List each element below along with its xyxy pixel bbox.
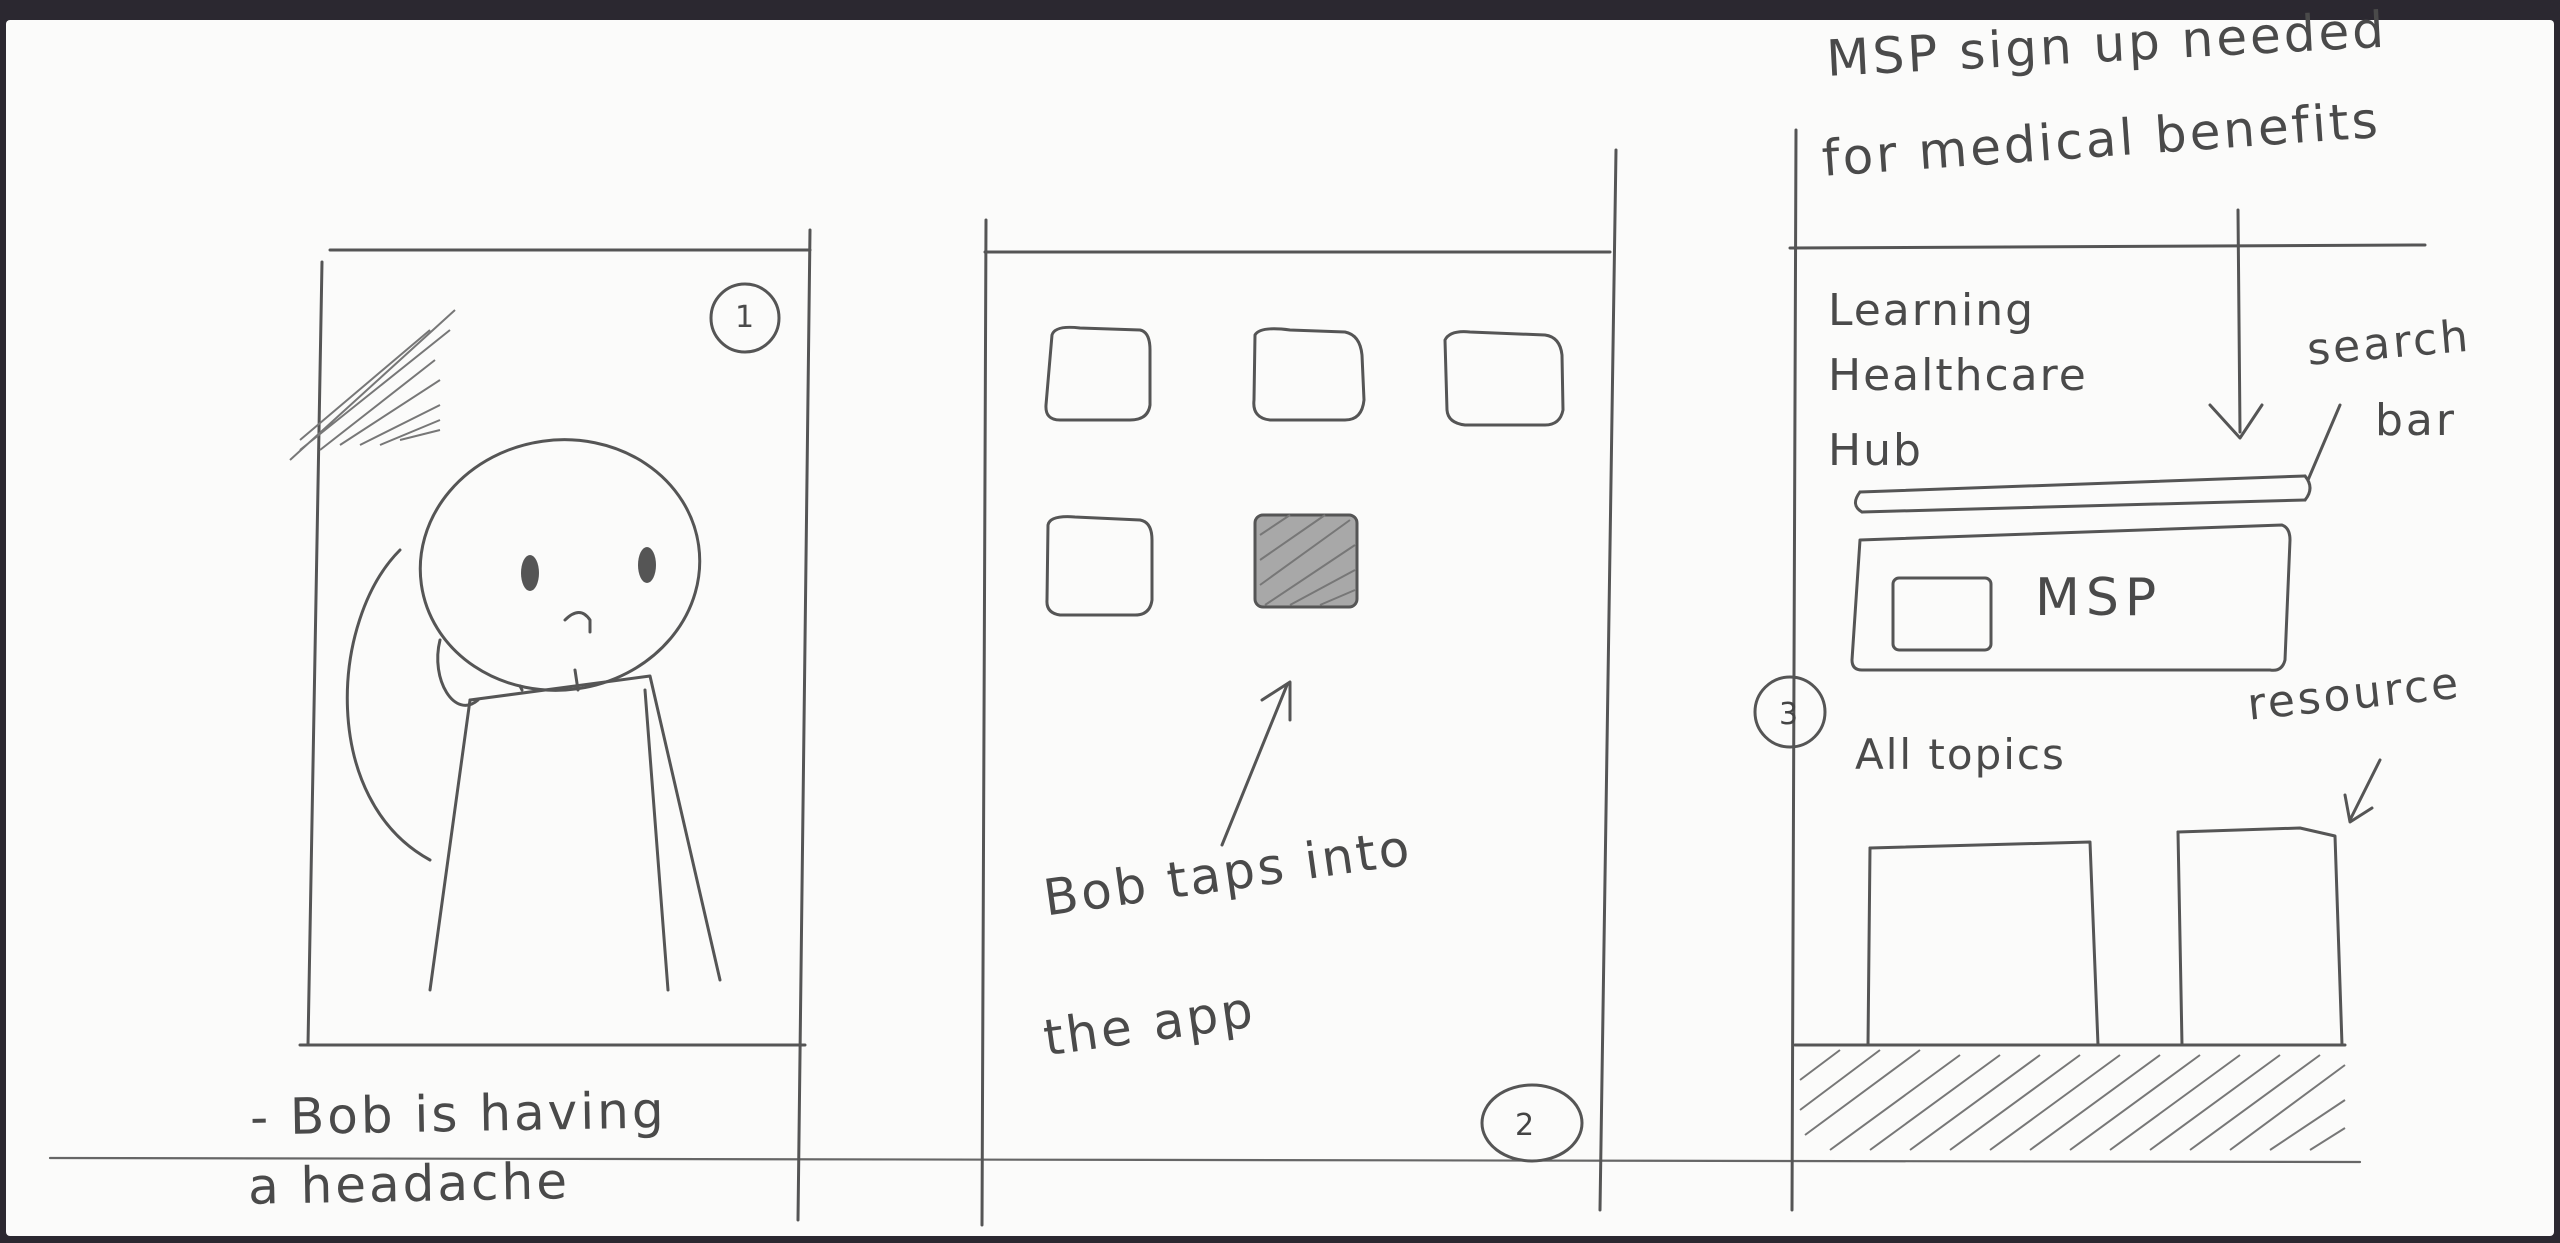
msp-button-label[interactable]: MSP	[2035, 568, 2162, 628]
panel3-title-line3: Hub	[1828, 425, 1923, 476]
panel1-number: 1	[735, 300, 758, 335]
storyboard-drawing: 2 3	[48, 128, 2427, 1227]
panel1-caption-line1: - Bob is having	[249, 1081, 668, 1147]
panel3-search-bar-label-line2: bar	[2375, 395, 2457, 446]
panel3-title-line2: Healthcare	[1828, 350, 2088, 401]
screenshot-frame: 2 3 1 - Bob is having a headache Bob tap…	[0, 0, 2560, 1243]
panel1-caption-line2: a headache	[247, 1152, 571, 1216]
all-topics-label: All topics	[1855, 730, 2066, 779]
panel2-number: 2	[1515, 1108, 1534, 1143]
panel1-drawing	[289, 282, 781, 992]
panel-grid-lines	[48, 128, 2427, 1227]
panel3-title-line1: Learning	[1828, 285, 2036, 336]
panel3-number: 3	[1779, 697, 1798, 732]
